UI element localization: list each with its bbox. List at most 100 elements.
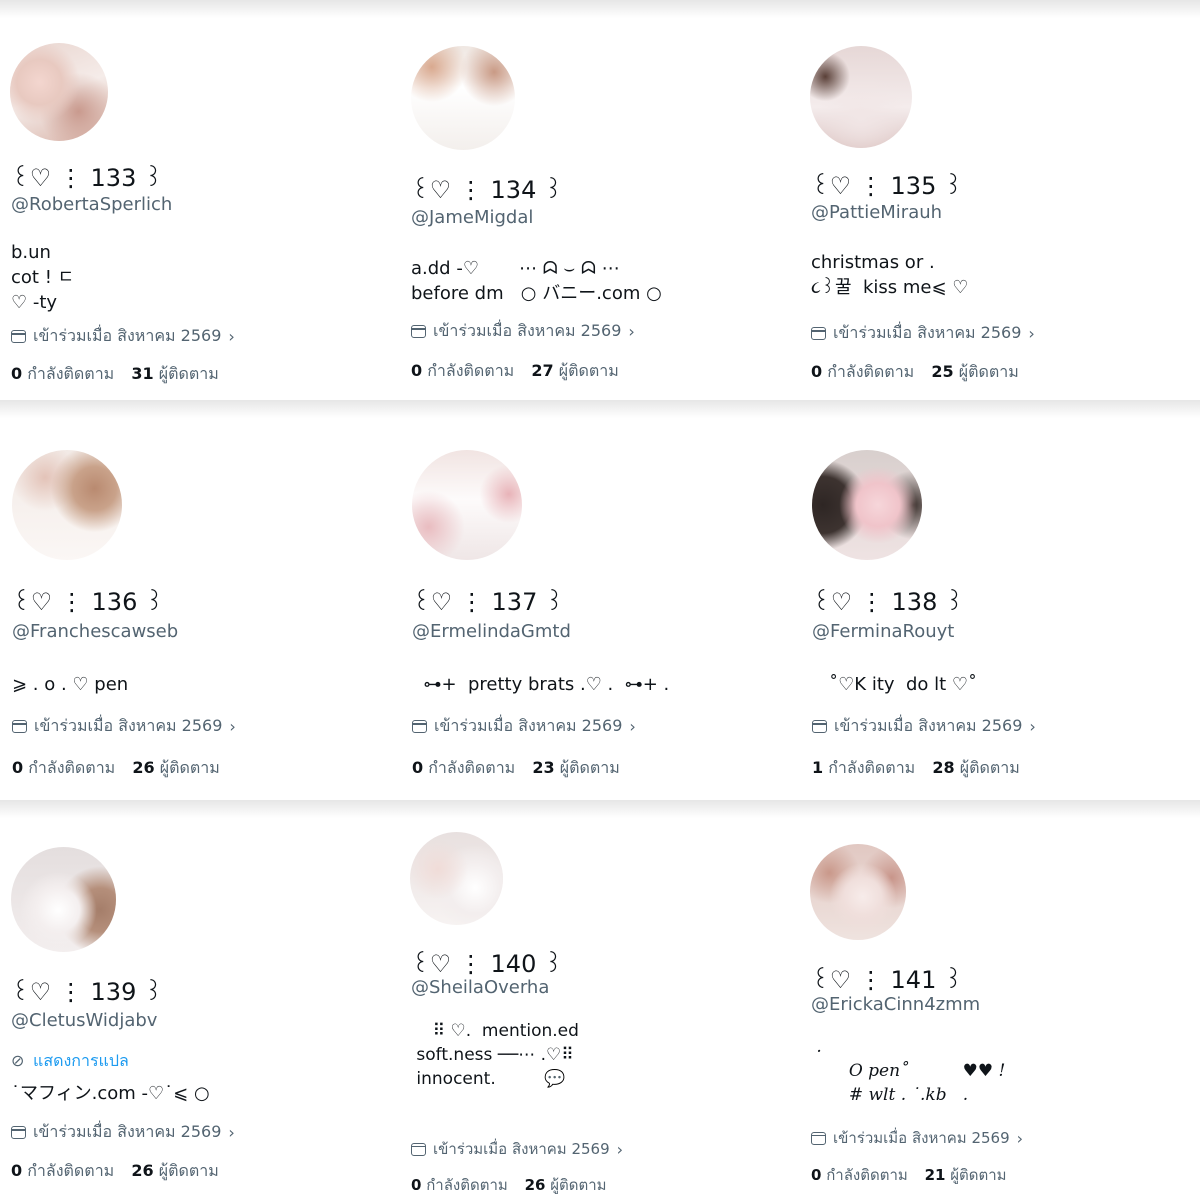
avatar-photo-icon — [410, 832, 503, 925]
followers-link[interactable]: 31 ผู้ติดตาม — [131, 364, 218, 383]
profile-card[interactable]: ꒰♡ ⋮ 140 ꒱ @SheilaOverha ⠿ ♡. mention.ed… — [400, 800, 800, 1200]
bio: christmas or . ૮꒱꿀 kiss me⩽ ♡ — [811, 252, 969, 299]
following-link[interactable]: 0 กำลังติดตาม — [811, 1166, 908, 1184]
followers-link[interactable]: 25 ผู้ติดตาม — [931, 362, 1018, 381]
username[interactable]: @Franchescawseb — [12, 621, 178, 642]
followers-label: ผู้ติดตาม — [558, 361, 619, 380]
join-date[interactable]: เข้าร่วมเมื่อ สิงหาคม 2569 › — [412, 714, 636, 739]
username[interactable]: @ErickaCinn4zmm — [811, 994, 980, 1015]
followers-link[interactable]: 26 ผู้ติดตาม — [525, 1176, 607, 1194]
calendar-icon — [11, 330, 26, 343]
avatar-photo-icon — [412, 450, 522, 560]
join-date[interactable]: เข้าร่วมเมื่อ สิงหาคม 2569 › — [11, 1120, 235, 1145]
join-date-text: เข้าร่วมเมื่อ สิงหาคม 2569 — [33, 326, 222, 345]
calendar-icon — [411, 325, 426, 338]
following-link[interactable]: 0 กำลังติดตาม — [412, 758, 515, 777]
username[interactable]: @PattieMirauh — [811, 202, 942, 223]
join-date[interactable]: เข้าร่วมเมื่อ สิงหาคม 2569 › — [811, 1126, 1023, 1150]
chevron-right-icon: › — [629, 717, 636, 736]
followers-label: ผู้ติดตาม — [959, 758, 1020, 777]
follow-stats: 0 กำลังติดตาม 23 ผู้ติดตาม — [412, 756, 620, 781]
following-link[interactable]: 0 กำลังติดตาม — [11, 364, 114, 383]
username[interactable]: @RobertaSperlich — [11, 194, 172, 215]
follow-stats: 0 กำลังติดตาม 31 ผู้ติดตาม — [11, 362, 219, 387]
followers-count: 25 — [931, 362, 954, 381]
following-count: 0 — [12, 758, 24, 777]
chevron-right-icon: › — [616, 1139, 624, 1159]
chevron-right-icon: › — [229, 717, 236, 736]
join-date[interactable]: เข้าร่วมเมื่อ สิงหาคม 2569 › — [11, 324, 235, 349]
calendar-icon — [812, 720, 827, 733]
avatar[interactable] — [11, 847, 116, 952]
username[interactable]: @SheilaOverha — [411, 977, 549, 998]
show-translation-label: แสดงการแปล — [33, 1051, 129, 1070]
following-link[interactable]: 0 กำลังติดตาม — [411, 361, 514, 380]
profile-card[interactable]: ꒰♡ ⋮ 136 ꒱ @Franchescawseb ⩾ . o . ♡ pen… — [0, 400, 400, 800]
followers-link[interactable]: 27 ผู้ติดตาม — [531, 361, 618, 380]
avatar[interactable] — [411, 46, 515, 150]
avatar-photo-icon — [11, 847, 116, 952]
join-date[interactable]: เข้าร่วมเมื่อ สิงหาคม 2569 › — [411, 1137, 623, 1161]
join-date[interactable]: เข้าร่วมเมื่อ สิงหาคม 2569 › — [12, 714, 236, 739]
followers-count: 26 — [524, 1176, 546, 1194]
following-label: กำลังติดตาม — [428, 758, 516, 777]
join-date-text: เข้าร่วมเมื่อ สิงหาคม 2569 — [34, 716, 223, 735]
username[interactable]: @JameMigdal — [411, 207, 533, 228]
following-label: กำลังติดตาม — [27, 1161, 115, 1180]
followers-link[interactable]: 28 ผู้ติดตาม — [932, 758, 1019, 777]
following-link[interactable]: 0 กำลังติดตาม — [12, 758, 115, 777]
bio: ⩾ . o . ♡ pen — [12, 674, 129, 695]
avatar[interactable] — [412, 450, 522, 560]
join-date[interactable]: เข้าร่วมเมื่อ สิงหาคม 2569 › — [811, 321, 1035, 346]
avatar-photo-icon — [810, 844, 906, 940]
join-date[interactable]: เข้าร่วมเมื่อ สิงหาคม 2569 › — [411, 319, 635, 344]
join-date-text: เข้าร่วมเมื่อ สิงหาคม 2569 — [834, 716, 1023, 735]
display-name: ꒰♡ ⋮ 140 ꒱ — [411, 950, 563, 978]
username[interactable]: @FerminaRouyt — [812, 621, 954, 642]
following-label: กำลังติดตาม — [828, 758, 916, 777]
following-link[interactable]: 0 กำลังติดตาม — [811, 362, 914, 381]
profile-card[interactable]: ꒰♡ ⋮ 133 ꒱ @RobertaSperlich b.un cot ! ㄷ… — [0, 0, 400, 400]
avatar[interactable] — [12, 450, 122, 560]
profile-card[interactable]: ꒰♡ ⋮ 134 ꒱ @JameMigdal a.dd -♡ ⋯ ᗣ ⌣ ᗣ ⋯… — [400, 0, 800, 400]
username[interactable]: @ErmelindaGmtd — [412, 621, 571, 642]
followers-count: 23 — [532, 758, 555, 777]
join-date[interactable]: เข้าร่วมเมื่อ สิงหาคม 2569 › — [812, 714, 1036, 739]
following-label: กำลังติดตาม — [826, 1166, 908, 1184]
following-count: 0 — [411, 1176, 422, 1194]
show-translation-link[interactable]: ⊘ แสดงการแปล — [11, 1049, 129, 1074]
followers-count: 26 — [131, 1161, 154, 1180]
avatar[interactable] — [10, 43, 108, 141]
display-name: ꒰♡ ⋮ 139 ꒱ — [11, 978, 163, 1006]
profile-card[interactable]: ꒰♡ ⋮ 139 ꒱ @CletusWidjabv ⊘ แสดงการแปล ˙マ… — [0, 800, 400, 1200]
join-date-text: เข้าร่วมเมื่อ สิงหาคม 2569 — [433, 321, 622, 340]
following-link[interactable]: 0 กำลังติดตาม — [411, 1176, 508, 1194]
avatar[interactable] — [810, 46, 912, 148]
following-count: 0 — [11, 364, 23, 383]
followers-label: ผู้ติดตาม — [950, 1166, 1007, 1184]
avatar[interactable] — [812, 450, 922, 560]
followers-link[interactable]: 26 ผู้ติดตาม — [132, 758, 219, 777]
followers-link[interactable]: 21 ผู้ติดตาม — [925, 1166, 1007, 1184]
following-label: กำลังติดตาม — [28, 758, 116, 777]
followers-link[interactable]: 23 ผู้ติดตาม — [532, 758, 619, 777]
followers-label: ผู้ติดตาม — [550, 1176, 607, 1194]
username[interactable]: @CletusWidjabv — [11, 1010, 157, 1031]
profile-card[interactable]: ꒰♡ ⋮ 137 ꒱ @ErmelindaGmtd ⊶+ pretty brat… — [400, 400, 800, 800]
following-link[interactable]: 1 กำลังติดตาม — [812, 758, 915, 777]
translate-icon: ⊘ — [11, 1051, 25, 1070]
following-count: 0 — [412, 758, 424, 777]
chevron-right-icon: › — [228, 327, 235, 346]
followers-link[interactable]: 26 ผู้ติดตาม — [131, 1161, 218, 1180]
calendar-icon — [811, 327, 826, 340]
avatar-photo-icon — [812, 450, 922, 560]
profile-card[interactable]: ꒰♡ ⋮ 141 ꒱ @ErickaCinn4zmm . O pen˚ ♥♥ !… — [800, 800, 1200, 1200]
avatar[interactable] — [410, 832, 503, 925]
followers-label: ผู้ติดตาม — [158, 364, 219, 383]
avatar[interactable] — [810, 844, 906, 940]
following-link[interactable]: 0 กำลังติดตาม — [11, 1161, 114, 1180]
profile-card[interactable]: ꒰♡ ⋮ 138 ꒱ @FerminaRouyt ˚♡K ity do lt ♡… — [800, 400, 1200, 800]
display-name: ꒰♡ ⋮ 135 ꒱ — [811, 172, 963, 200]
profile-card[interactable]: ꒰♡ ⋮ 135 ꒱ @PattieMirauh christmas or . … — [800, 0, 1200, 400]
follow-stats: 0 กำลังติดตาม 26 ผู้ติดตาม — [411, 1173, 607, 1197]
